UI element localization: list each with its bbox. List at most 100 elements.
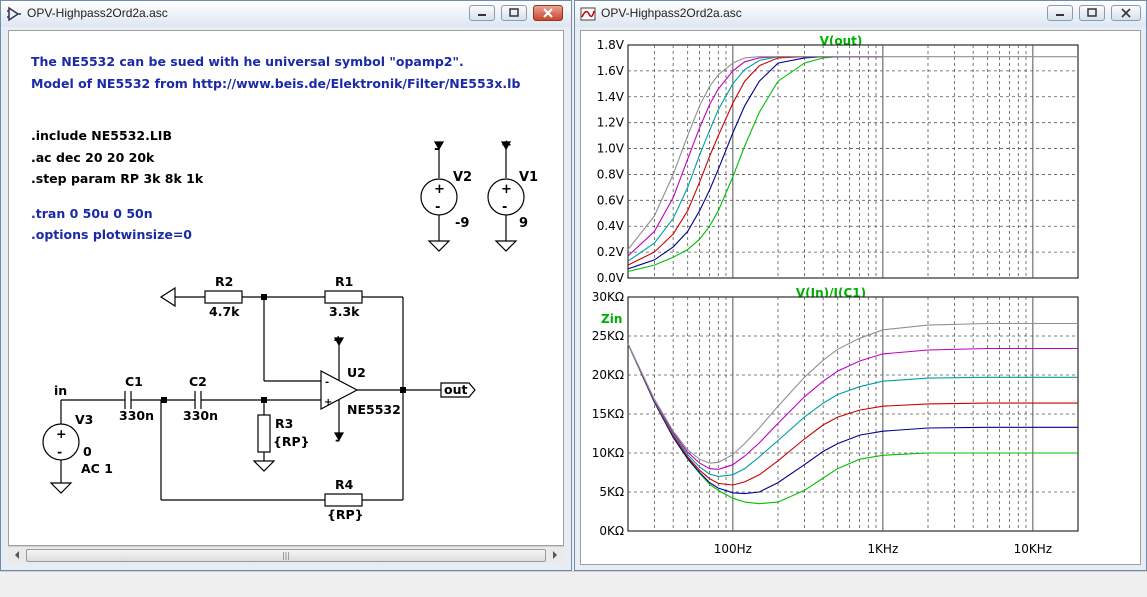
- r2-ground-icon: [159, 286, 176, 308]
- u2-minus-pin-label: -: [325, 377, 329, 388]
- x-tick-label: 1KHz: [867, 542, 898, 556]
- close-icon: [1121, 8, 1131, 18]
- status-bar: [0, 571, 1147, 597]
- directive-step: .step param RP 3k 8k 1k: [31, 171, 204, 186]
- directive-ac: .ac dec 20 20 20k: [31, 150, 155, 165]
- r1-resistor[interactable]: [324, 290, 363, 304]
- r3-ground-icon: [252, 460, 276, 472]
- y-tick-label: 0KΩ: [599, 524, 624, 538]
- y-tick-label: 1.0V: [597, 142, 625, 156]
- schematic-close-button[interactable]: [533, 5, 563, 21]
- x-axis-labels: 100Hz 1KHz 10KHz: [714, 542, 1052, 556]
- v3-minus: -: [57, 444, 62, 459]
- y-tick-label: 0.2V: [597, 245, 625, 259]
- v2-top-sign: -: [434, 142, 439, 157]
- r2-name: R2: [215, 274, 233, 289]
- v1-minus: -: [502, 200, 507, 215]
- v1-value: 9: [519, 216, 528, 231]
- v2-name: V2: [453, 170, 472, 185]
- x-tick-label: 100Hz: [714, 542, 752, 556]
- maximize-icon: [509, 8, 519, 17]
- plot-title: OPV-Highpass2Ord2a.asc: [601, 6, 742, 20]
- schematic-horizontal-scrollbar[interactable]: |||: [8, 546, 564, 563]
- u2-vminus-sign: -: [335, 432, 340, 447]
- junction-dot: [400, 387, 406, 393]
- r4-resistor[interactable]: [324, 493, 363, 507]
- r2-resistor[interactable]: [204, 290, 243, 304]
- r3-value: {RP}: [273, 434, 310, 449]
- v1-top-sign: +: [501, 138, 512, 153]
- directive-include: .include NE5532.LIB: [31, 128, 172, 143]
- schematic-minimize-button[interactable]: [469, 5, 495, 21]
- plot-titlebar[interactable]: OPV-Highpass2Ord2a.asc: [575, 1, 1146, 27]
- plot-close-button[interactable]: [1111, 5, 1141, 21]
- schematic-scroll-thumb[interactable]: |||: [26, 549, 546, 562]
- plot-minimize-button[interactable]: [1047, 5, 1073, 21]
- scroll-left-arrow-icon[interactable]: [10, 547, 24, 563]
- v1-name: V1: [519, 170, 538, 185]
- v2-value: -9: [455, 216, 469, 231]
- u2-plus-pin-label: +: [324, 397, 332, 408]
- v2-plus: +: [434, 182, 445, 197]
- schematic-app-icon: [7, 6, 21, 22]
- zin-label: Zin: [601, 312, 622, 326]
- v2-minus: -: [435, 200, 440, 215]
- u2-value: NE5532: [347, 402, 401, 417]
- plot-window: OPV-Highpass2Ord2a.asc V(out) V(In)/I(C1…: [574, 0, 1147, 571]
- y-tick-label: 0.6V: [597, 193, 625, 207]
- y-tick-label: 30KΩ: [592, 290, 624, 304]
- plot-maximize-button[interactable]: [1079, 5, 1105, 21]
- v1-ground-icon: [494, 240, 518, 252]
- minimize-icon: [478, 14, 486, 16]
- u2-vplus-sign: +: [333, 332, 343, 347]
- schematic-maximize-button[interactable]: [501, 5, 527, 21]
- maximize-icon: [1087, 8, 1097, 17]
- r4-name: R4: [335, 477, 354, 492]
- r3-name: R3: [275, 416, 293, 431]
- directive-tran: .tran 0 50u 0 50n: [31, 206, 153, 221]
- minimize-icon: [1056, 14, 1064, 16]
- v3-name: V3: [75, 412, 93, 427]
- v1-plus: +: [501, 182, 512, 197]
- top-plot-pane[interactable]: 1.8V 1.6V 1.4V 1.2V 1.0V 0.8V 0.6V 0.4V 0.2V 0.0V: [597, 38, 1079, 285]
- r3-resistor[interactable]: [257, 414, 271, 453]
- r1-name: R1: [335, 274, 353, 289]
- comment-line-2: Model of NE5532 from http://www.beis.de/…: [31, 76, 520, 91]
- r1-value: 3.3k: [329, 304, 360, 319]
- bottom-plot-pane[interactable]: 30KΩ 25KΩ 20KΩ 15KΩ 10KΩ 5KΩ 0KΩ: [592, 290, 1079, 538]
- schematic-window: OPV-Highpass2Ord2a.asc The NE5532 can be…: [0, 0, 572, 571]
- r2-value: 4.7k: [209, 304, 240, 319]
- scroll-right-arrow-icon[interactable]: [548, 547, 562, 563]
- v3-ac-value: AC 1: [81, 461, 113, 476]
- c2-name: C2: [189, 374, 207, 389]
- u2-name: U2: [347, 365, 366, 380]
- r4-value: {RP}: [327, 507, 364, 522]
- y-tick-label: 0.8V: [597, 167, 625, 181]
- v3-value: 0: [83, 444, 92, 459]
- close-icon: [543, 8, 553, 18]
- v3-ground-icon: [49, 482, 73, 494]
- schematic-canvas[interactable]: The NE5532 can be sued with he universal…: [8, 30, 564, 546]
- out-net-label: out: [444, 382, 467, 397]
- schematic-drawing: The NE5532 can be sued with he universal…: [31, 54, 538, 522]
- waveform-plot: V(out) V(In)/I(C1) Zin 1.8V1.6V1.4V1.2V1…: [592, 34, 1079, 556]
- y-tick-label: 25KΩ: [592, 329, 624, 343]
- c2-value: 330n: [183, 408, 218, 423]
- y-tick-label: 0.0V: [597, 271, 625, 285]
- schematic-titlebar[interactable]: OPV-Highpass2Ord2a.asc: [1, 1, 571, 27]
- y-tick-label: 15KΩ: [592, 407, 624, 421]
- y-tick-label: 20KΩ: [592, 368, 624, 382]
- y-tick-label: 1.2V: [597, 116, 625, 130]
- scroll-grip: |||: [281, 551, 291, 560]
- v3-plus: +: [56, 426, 66, 441]
- junction-dot: [261, 397, 267, 403]
- junction-dot: [261, 294, 267, 300]
- plot-canvas[interactable]: V(out) V(In)/I(C1) Zin 1.8V 1.6V 1.4V 1.2V 1…: [580, 30, 1141, 565]
- c1-name: C1: [125, 374, 143, 389]
- y-tick-label: 0.4V: [597, 219, 625, 233]
- y-tick-label: 1.8V: [597, 38, 625, 52]
- y-tick-label: 10KΩ: [592, 446, 624, 460]
- y-tick-label: 1.6V: [597, 64, 625, 78]
- c1-value: 330n: [119, 408, 154, 423]
- junction-dot: [161, 397, 167, 403]
